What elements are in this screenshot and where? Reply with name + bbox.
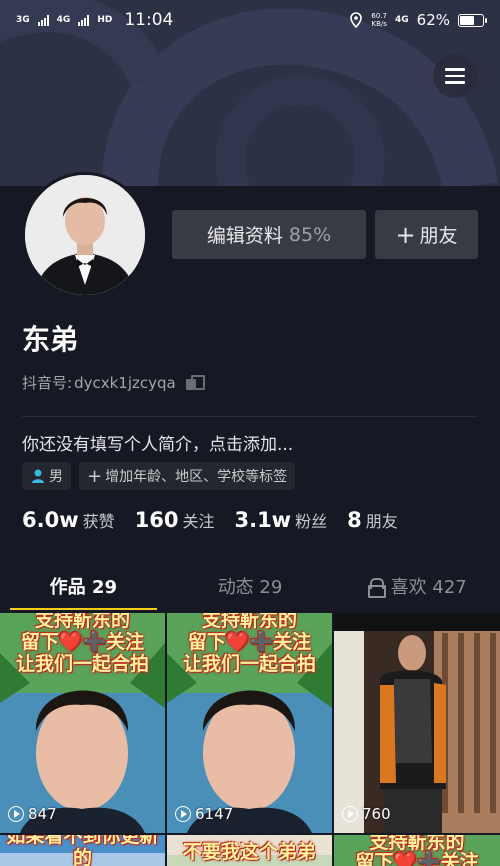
id-value: dycxk1jzcyqa xyxy=(74,373,176,392)
network-indicator-4g: 4G xyxy=(56,14,71,25)
video-caption: 留下❤️➕关注 xyxy=(20,631,145,653)
divider xyxy=(22,416,478,417)
network-indicator-4g-2: 4G xyxy=(395,14,409,25)
add-tag-button[interactable]: + 增加年龄、地区、学校等标签 xyxy=(79,462,296,490)
tab-moments[interactable]: 动态 29 xyxy=(167,562,334,610)
stat-friends[interactable]: 8 朋友 xyxy=(347,508,398,532)
menu-button[interactable] xyxy=(433,54,477,98)
battery-percent: 62% xyxy=(416,11,450,29)
clock: 11:04 xyxy=(124,10,174,30)
profile-name: 东弟 xyxy=(22,323,79,356)
video-caption: 留下❤️➕关注 xyxy=(187,631,312,653)
add-friend-button[interactable]: + 朋友 xyxy=(375,210,478,259)
video-thumbnail-2[interactable]: 支持靳东的 留下❤️➕关注 让我们一起合拍 6147 xyxy=(167,613,332,833)
plus-icon: + xyxy=(395,220,416,249)
video-caption: 留下❤️➕关注 xyxy=(355,851,479,866)
network-indicator-3g: 3G xyxy=(16,14,30,25)
video-thumbnail-4[interactable]: 如果看不到你更新的 xyxy=(0,835,165,866)
signal-icon-2 xyxy=(78,14,90,26)
network-speed: 60.7 KB/s xyxy=(371,12,387,28)
bio-text[interactable]: 你还没有填写个人简介，点击添加... xyxy=(22,430,293,455)
stat-following[interactable]: 160 关注 xyxy=(135,508,215,532)
profile-completion: 85% xyxy=(288,223,332,246)
tab-works[interactable]: 作品 29 xyxy=(0,562,167,610)
edit-profile-button[interactable]: 编辑资料 85% xyxy=(172,210,366,259)
copy-icon[interactable] xyxy=(185,374,205,391)
location-icon xyxy=(350,12,363,28)
stat-likes[interactable]: 6.0w 获赞 xyxy=(22,508,115,532)
play-count: 6147 xyxy=(175,805,233,823)
stats-row: 6.0w 获赞 160 关注 3.1w 粉丝 8 朋友 xyxy=(22,508,418,532)
douyin-id-row: 抖音号: dycxk1jzcyqa xyxy=(22,372,205,393)
tab-likes[interactable]: 喜欢 427 xyxy=(333,562,500,610)
content-tabs: 作品 29 动态 29 喜欢 427 xyxy=(0,562,500,610)
plus-icon: + xyxy=(87,465,103,487)
play-icon xyxy=(175,806,191,822)
video-caption: 让我们一起合拍 xyxy=(182,653,316,675)
video-caption: 如果看不到你更新的 xyxy=(6,835,159,866)
video-thumbnail-3[interactable]: 760 xyxy=(334,613,500,833)
avatar[interactable] xyxy=(22,172,148,298)
gender-tag[interactable]: 男 xyxy=(22,462,71,490)
lock-icon xyxy=(367,578,386,598)
play-count: 760 xyxy=(342,805,391,823)
video-caption: 支持靳东的 xyxy=(201,613,297,631)
video-caption: 不要我这个弟弟 xyxy=(182,841,316,863)
video-thumbnail-1[interactable]: 支持靳东的 留下❤️➕关注 让我们一起合拍 847 xyxy=(0,613,165,833)
avatar-image xyxy=(25,175,145,295)
play-icon xyxy=(8,806,24,822)
video-thumbnail-5[interactable]: 不要我这个弟弟 xyxy=(167,835,332,866)
hd-badge: HD xyxy=(97,14,113,25)
video-thumbnail-6[interactable]: 支持靳东的 留下❤️➕关注 xyxy=(334,835,500,866)
stat-followers[interactable]: 3.1w 粉丝 xyxy=(234,508,327,532)
play-count: 847 xyxy=(8,805,57,823)
signal-icon xyxy=(37,14,49,26)
play-icon xyxy=(342,806,358,822)
battery-icon xyxy=(458,13,487,27)
profile-tags: 男 + 增加年龄、地区、学校等标签 xyxy=(22,462,296,490)
video-caption: 支持靳东的 xyxy=(34,613,130,631)
status-bar: 3G 4G HD 11:04 60.7 KB/s 4G 62% xyxy=(0,0,500,40)
male-user-icon xyxy=(32,469,44,483)
id-label: 抖音号: xyxy=(22,374,73,392)
video-caption: 让我们一起合拍 xyxy=(15,653,149,675)
